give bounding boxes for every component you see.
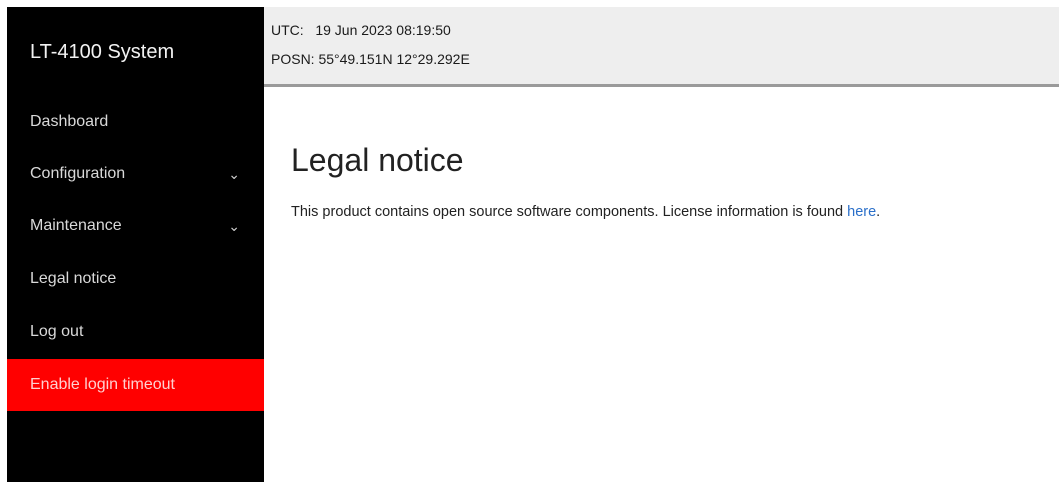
notice-body: This product contains open source softwa…	[291, 204, 848, 220]
page-title: Legal notice	[291, 142, 464, 178]
chevron-down-icon: ⌄	[228, 166, 240, 182]
sidebar-item-label: Dashboard	[30, 113, 109, 130]
legal-notice-text: This product contains open source softwa…	[291, 204, 880, 220]
sidebar-item-log-out[interactable]: Log out	[7, 306, 264, 358]
posn-value: 55°49.151N 12°29.292E	[318, 51, 470, 67]
utc-label: UTC:	[271, 22, 304, 38]
status-bar: UTC: 19 Jun 2023 08:19:50 POSN: 55°49.15…	[264, 7, 1059, 87]
sidebar-item-legal-notice[interactable]: Legal notice	[7, 253, 264, 305]
sidebar-item-configuration[interactable]: Configuration ⌄	[7, 148, 264, 200]
top-border	[0, 0, 1059, 7]
chevron-down-icon: ⌄	[228, 218, 240, 234]
app-frame: LT-4100 System Dashboard Configuration ⌄…	[0, 0, 1059, 482]
main-content: Legal notice This product contains open …	[264, 87, 1059, 482]
sidebar-item-label: Enable login timeout	[30, 376, 175, 393]
sidebar-item-dashboard[interactable]: Dashboard	[7, 96, 264, 148]
brand-title: LT-4100 System	[30, 41, 175, 63]
utc-value: 19 Jun 2023 08:19:50	[315, 22, 451, 38]
notice-period: .	[876, 204, 881, 220]
sidebar-item-label: Maintenance	[30, 217, 122, 234]
sidebar-item-label: Log out	[30, 323, 84, 340]
license-link[interactable]: here	[847, 204, 876, 220]
utc-readout: UTC: 19 Jun 2023 08:19:50	[271, 22, 451, 38]
position-readout: POSN: 55°49.151N 12°29.292E	[271, 51, 470, 67]
sidebar-item-maintenance[interactable]: Maintenance ⌄	[7, 200, 264, 252]
sidebar-item-label: Legal notice	[30, 270, 117, 287]
sidebar-item-label: Configuration	[30, 165, 126, 182]
sidebar: LT-4100 System Dashboard Configuration ⌄…	[7, 7, 264, 482]
sidebar-item-enable-login-timeout[interactable]: Enable login timeout	[7, 359, 264, 411]
posn-label: POSN:	[271, 51, 315, 67]
